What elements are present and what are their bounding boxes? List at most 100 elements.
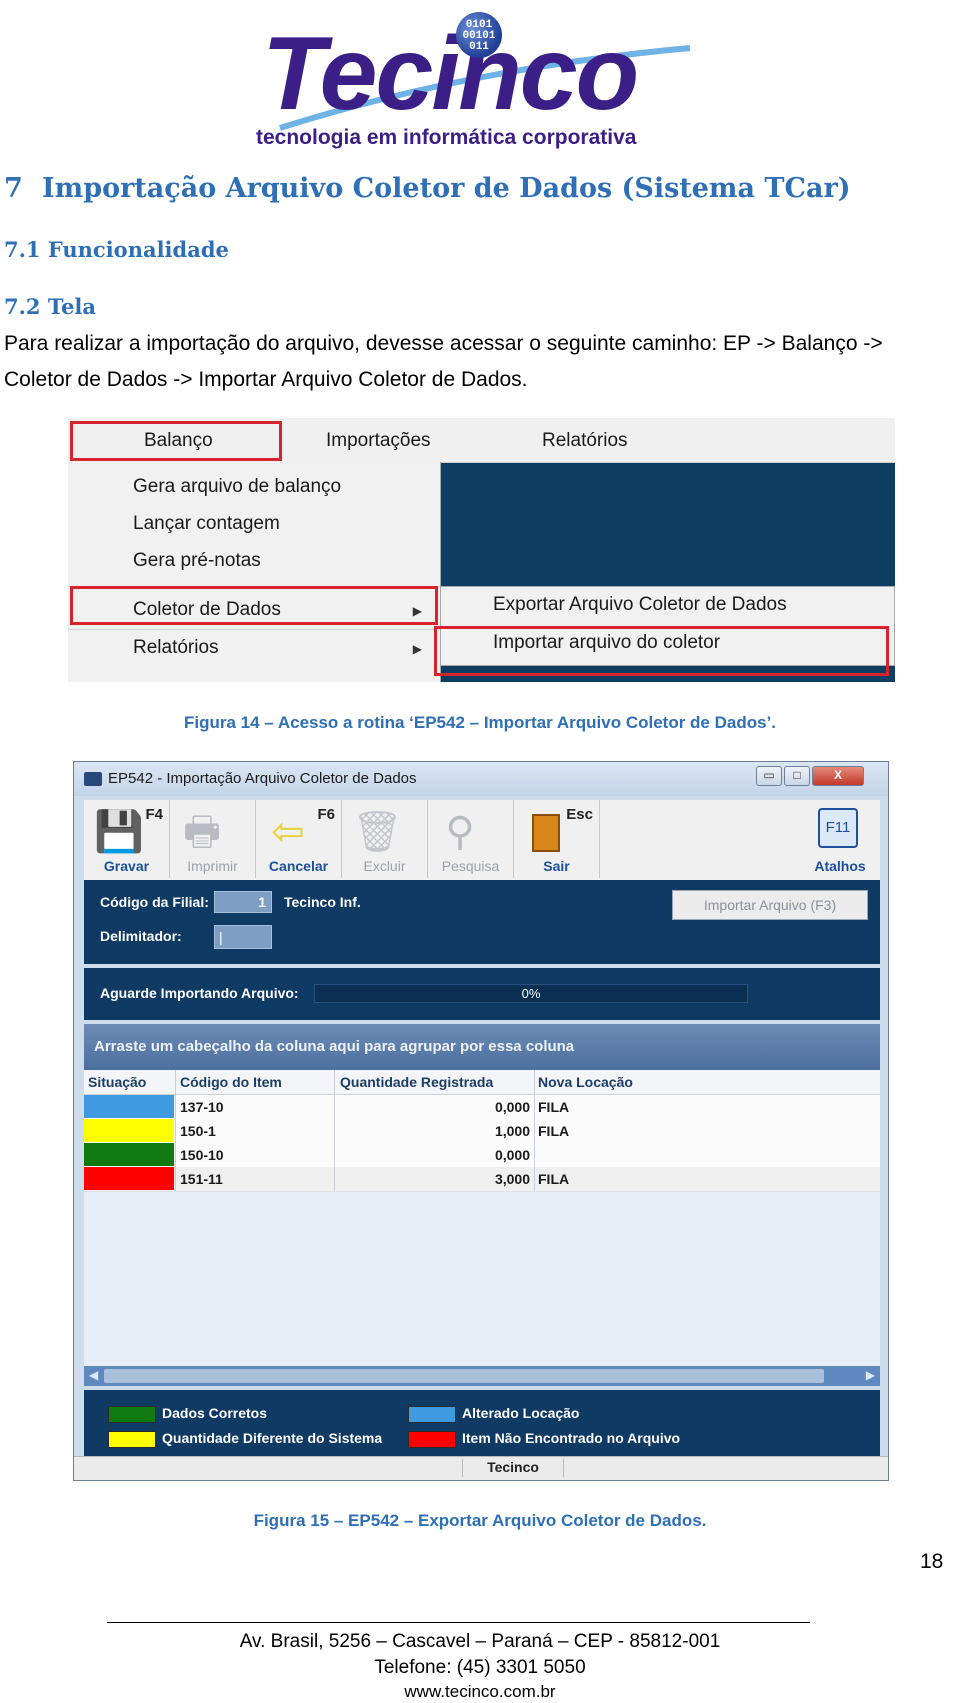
window-titlebar: EP542 - Importação Arquivo Coletor de Da… [74,762,888,796]
excluir-label: Excluir [363,858,406,874]
status-company: Tecinco [462,1459,564,1477]
minimize-icon[interactable]: ▭ [756,766,782,786]
importar-arquivo-button[interactable]: Importar Arquivo (F3) [672,890,868,920]
highlight-importar-arquivo [434,626,889,676]
highlight-coletor-de-dados [70,586,438,625]
legend-swatch-green [108,1406,156,1423]
balanco-dropdown: Gera arquivo de balanço Lançar contagem … [68,462,441,682]
scroll-left-icon[interactable]: ◀ [89,1368,98,1382]
tecinco-logo: Tecinco 0101 00101 011 tecnologia em infor… [250,8,720,153]
cell-code: 150-10 [180,1147,224,1163]
window-title: EP542 - Importação Arquivo Coletor de Da… [108,770,417,787]
figure-15-caption: Figura 15 – EP542 – Exportar Arquivo Col… [253,1511,707,1530]
maximize-icon[interactable]: □ [784,766,810,786]
cell-qty: 0,000 [494,1147,530,1163]
sair-button[interactable]: Esc Sair [514,800,600,878]
cell-code: 150-1 [180,1123,216,1139]
gravar-label: Gravar [103,858,150,874]
status-swatch [84,1167,174,1190]
progress-bar: 0% [314,984,748,1003]
menu-item-lancar-contagem[interactable]: Lançar contagem [133,513,280,535]
pesquisa-button[interactable]: ⚲ Pesquisa [428,800,514,878]
items-grid: Arraste um cabeçalho da coluna aqui para… [84,1024,880,1386]
logo-tagline: tecnologia em informática corporativa [256,126,637,149]
heading-2-funcionalidade: 7.1 Funcionalidade [4,237,229,262]
status-swatch [84,1143,174,1166]
close-icon[interactable]: X [812,766,864,786]
magnifier-icon: ⚲ [445,810,475,854]
app-icon [84,772,102,786]
cell-qty: 0,000 [494,1099,530,1115]
legend-swatch-red [408,1431,456,1448]
cell-code: 151-11 [180,1171,223,1187]
status-bar: Tecinco [74,1456,888,1480]
footer-divider [107,1622,810,1623]
menu-item-gera-pre-notas[interactable]: Gera pré-notas [133,550,261,572]
menu-item-exportar-arquivo[interactable]: Exportar Arquivo Coletor de Dados [493,594,787,616]
column-nova-locacao[interactable]: Nova Locação [538,1074,633,1090]
pesquisa-label: Pesquisa [441,858,500,874]
door-icon [524,810,568,854]
column-header-row: Situação Código do Item Quantidade Regis… [84,1070,880,1095]
column-divider [175,1070,176,1191]
highlight-balanco [70,421,282,461]
atalhos-button[interactable]: F11 Atalhos [800,800,880,878]
table-row[interactable]: 151-11 3,000 FILA [84,1167,880,1192]
heading-2-tela: 7.2 Tela [4,294,97,319]
filial-label: Código da Filial: [100,894,209,910]
menu-relatorios[interactable]: Relatórios [542,430,628,452]
floppy-disk-icon: 💾 [94,810,144,854]
imprimir-label: Imprimir [187,858,238,874]
filial-input[interactable]: 1 [214,891,272,913]
toolbar: 💾 F4 Gravar 🖶 Imprimir ⇦ F6 Cancelar 🗑 E… [84,800,880,880]
column-divider [534,1070,535,1191]
cell-loc: FILA [538,1171,570,1187]
scrollbar-thumb[interactable] [104,1369,824,1383]
table-row[interactable]: 137-10 0,000 FILA [84,1095,880,1120]
progress-label: Aguarde Importando Arquivo: [100,985,299,1001]
arrow-left-icon: ⇦ [271,810,305,854]
status-swatch [84,1119,174,1142]
menu-item-relatorios[interactable]: Relatórios [133,637,219,659]
cell-loc: FILA [538,1099,570,1115]
cancelar-label: Cancelar [268,858,329,874]
footer-address: Av. Brasil, 5256 – Cascavel – Paraná – C… [239,1631,721,1652]
column-codigo-item[interactable]: Código do Item [180,1074,282,1090]
heading-1-title: Importação Arquivo Coletor de Dados (Sis… [42,173,851,204]
cell-loc: FILA [538,1123,570,1139]
logo-wordmark: Tecinco [262,16,639,132]
horizontal-scrollbar[interactable]: ◀ ▶ [84,1366,880,1386]
scroll-right-icon[interactable]: ▶ [866,1368,875,1382]
ep542-window: EP542 - Importação Arquivo Coletor de Da… [73,761,889,1481]
submenu-arrow-icon: ▶ [412,642,422,656]
figure-14-caption: Figura 14 – Acesso a rotina ‘EP542 – Imp… [183,713,777,732]
table-row[interactable]: 150-10 0,000 [84,1143,880,1168]
legend-item-nao-encontrado: Item Não Encontrado no Arquivo [462,1430,681,1446]
table-row[interactable]: 150-1 1,000 FILA [84,1119,880,1144]
gravar-button[interactable]: 💾 F4 Gravar [84,800,170,878]
legend-dados-corretos: Dados Corretos [162,1405,268,1421]
delimitador-input[interactable]: | [214,925,272,949]
heading-1-number: 7 [4,173,23,204]
atalhos-label: Atalhos [814,858,866,874]
f11-key-icon: F11 [818,808,858,848]
trash-icon: 🗑 [352,810,403,854]
legend-swatch-blue [408,1406,456,1423]
sair-shortcut: Esc [566,806,593,823]
menu-screenshot: Balanço Importações Relatórios Gera arqu… [68,418,895,682]
status-swatch [84,1095,174,1118]
column-situacao[interactable]: Situação [88,1074,146,1090]
menu-importacoes[interactable]: Importações [326,430,431,452]
group-by-panel[interactable]: Arraste um cabeçalho da coluna aqui para… [84,1024,880,1070]
imprimir-button[interactable]: 🖶 Imprimir [170,800,256,878]
footer-phone: Telefone: (45) 3301 5050 [374,1657,586,1678]
cancelar-button[interactable]: ⇦ F6 Cancelar [256,800,342,878]
menu-item-gera-arquivo-balanco[interactable]: Gera arquivo de balanço [133,476,341,498]
printer-icon: 🖶 [183,810,221,854]
gravar-shortcut: F4 [145,806,163,823]
legend-quantidade-diferente: Quantidade Diferente do Sistema [162,1430,383,1446]
excluir-button[interactable]: 🗑 Excluir [342,800,428,878]
column-quantidade[interactable]: Quantidade Registrada [340,1074,493,1090]
legend-alterado-locacao: Alterado Locação [462,1405,580,1421]
page-number: 18 [920,1550,944,1573]
